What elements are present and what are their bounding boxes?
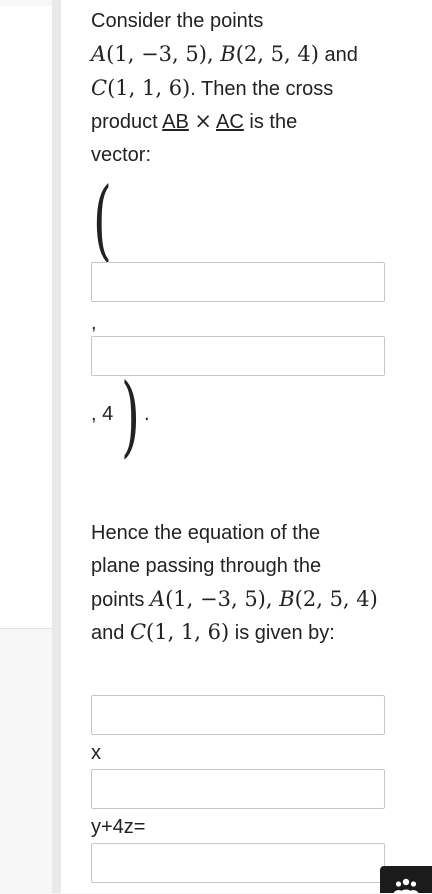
- point-a-coords: (1, −3, 5): [106, 41, 207, 66]
- line-vector: vector:: [91, 139, 391, 172]
- vector-x-input[interactable]: [91, 262, 385, 302]
- given-by-text: is given by:: [234, 622, 335, 645]
- close-parenthesis: ): [121, 364, 140, 467]
- vector-period: .: [144, 403, 150, 425]
- community-fab-button[interactable]: [380, 866, 432, 894]
- label-x: x: [91, 742, 101, 764]
- line-product: product AB × AC is the: [91, 105, 391, 139]
- vector-word: vector:: [91, 144, 152, 167]
- plane-text-2: plane passing through the: [91, 554, 322, 577]
- point-c: C(1, 1, 6): [91, 75, 191, 100]
- label-y: y+4z=: [91, 816, 146, 838]
- point-b-coords: (2, 5, 4): [235, 41, 319, 66]
- vector-ab: AB: [162, 111, 189, 134]
- line-plane-3: points A(1, −3, 5), B(2, 5, 4): [91, 583, 391, 617]
- vector-ac: AC: [216, 111, 244, 134]
- line-plane-2: plane passing through the: [91, 550, 391, 583]
- point-c-coords: (1, 1, 6): [107, 75, 191, 100]
- plane-rhs-input[interactable]: [91, 843, 385, 883]
- plane-coef-1-input[interactable]: [91, 695, 385, 735]
- product-word: product: [91, 111, 158, 134]
- question-paragraph-cross-product: Consider the points A(1, −3, 5), B(2, 5,…: [91, 5, 391, 172]
- plane-point-a: A(1, −3, 5): [149, 586, 266, 611]
- plane-point-c: C(1, 1, 6): [129, 620, 230, 645]
- left-rail: [52, 0, 61, 893]
- plane-text-1: Hence the equation of the: [91, 522, 321, 544]
- and-word-2: and: [91, 622, 125, 645]
- line-plane-1: Hence the equation of the: [91, 517, 391, 550]
- plane-coef-2-input[interactable]: [91, 769, 385, 809]
- and-word: and: [324, 43, 358, 66]
- line-point-c: C(1, 1, 6). Then the cross: [91, 72, 391, 106]
- group-people-icon: [393, 878, 419, 894]
- is-the-text: is the: [249, 111, 298, 134]
- vector-comma-1: ,: [91, 312, 97, 334]
- then-text: . Then the cross: [190, 77, 334, 100]
- point-b: B(2, 5, 4): [220, 41, 319, 66]
- intro-text: Consider the points: [91, 10, 264, 32]
- points-word: points: [91, 588, 145, 611]
- point-a: A(1, −3, 5): [91, 41, 207, 66]
- comma-sep: ,: [206, 41, 221, 66]
- open-parenthesis: (: [93, 168, 112, 271]
- question-paragraph-plane: Hence the equation of the plane passing …: [91, 517, 391, 650]
- cross-symbol: ×: [194, 109, 213, 134]
- line-intro: Consider the points: [91, 5, 391, 38]
- line-points: A(1, −3, 5), B(2, 5, 4) and: [91, 38, 391, 72]
- vector-z-value: , 4: [91, 403, 114, 425]
- plane-point-b: B(2, 5, 4): [279, 586, 378, 611]
- line-plane-4: and C(1, 1, 6) is given by:: [91, 616, 391, 650]
- plane-comma: ,: [265, 586, 280, 611]
